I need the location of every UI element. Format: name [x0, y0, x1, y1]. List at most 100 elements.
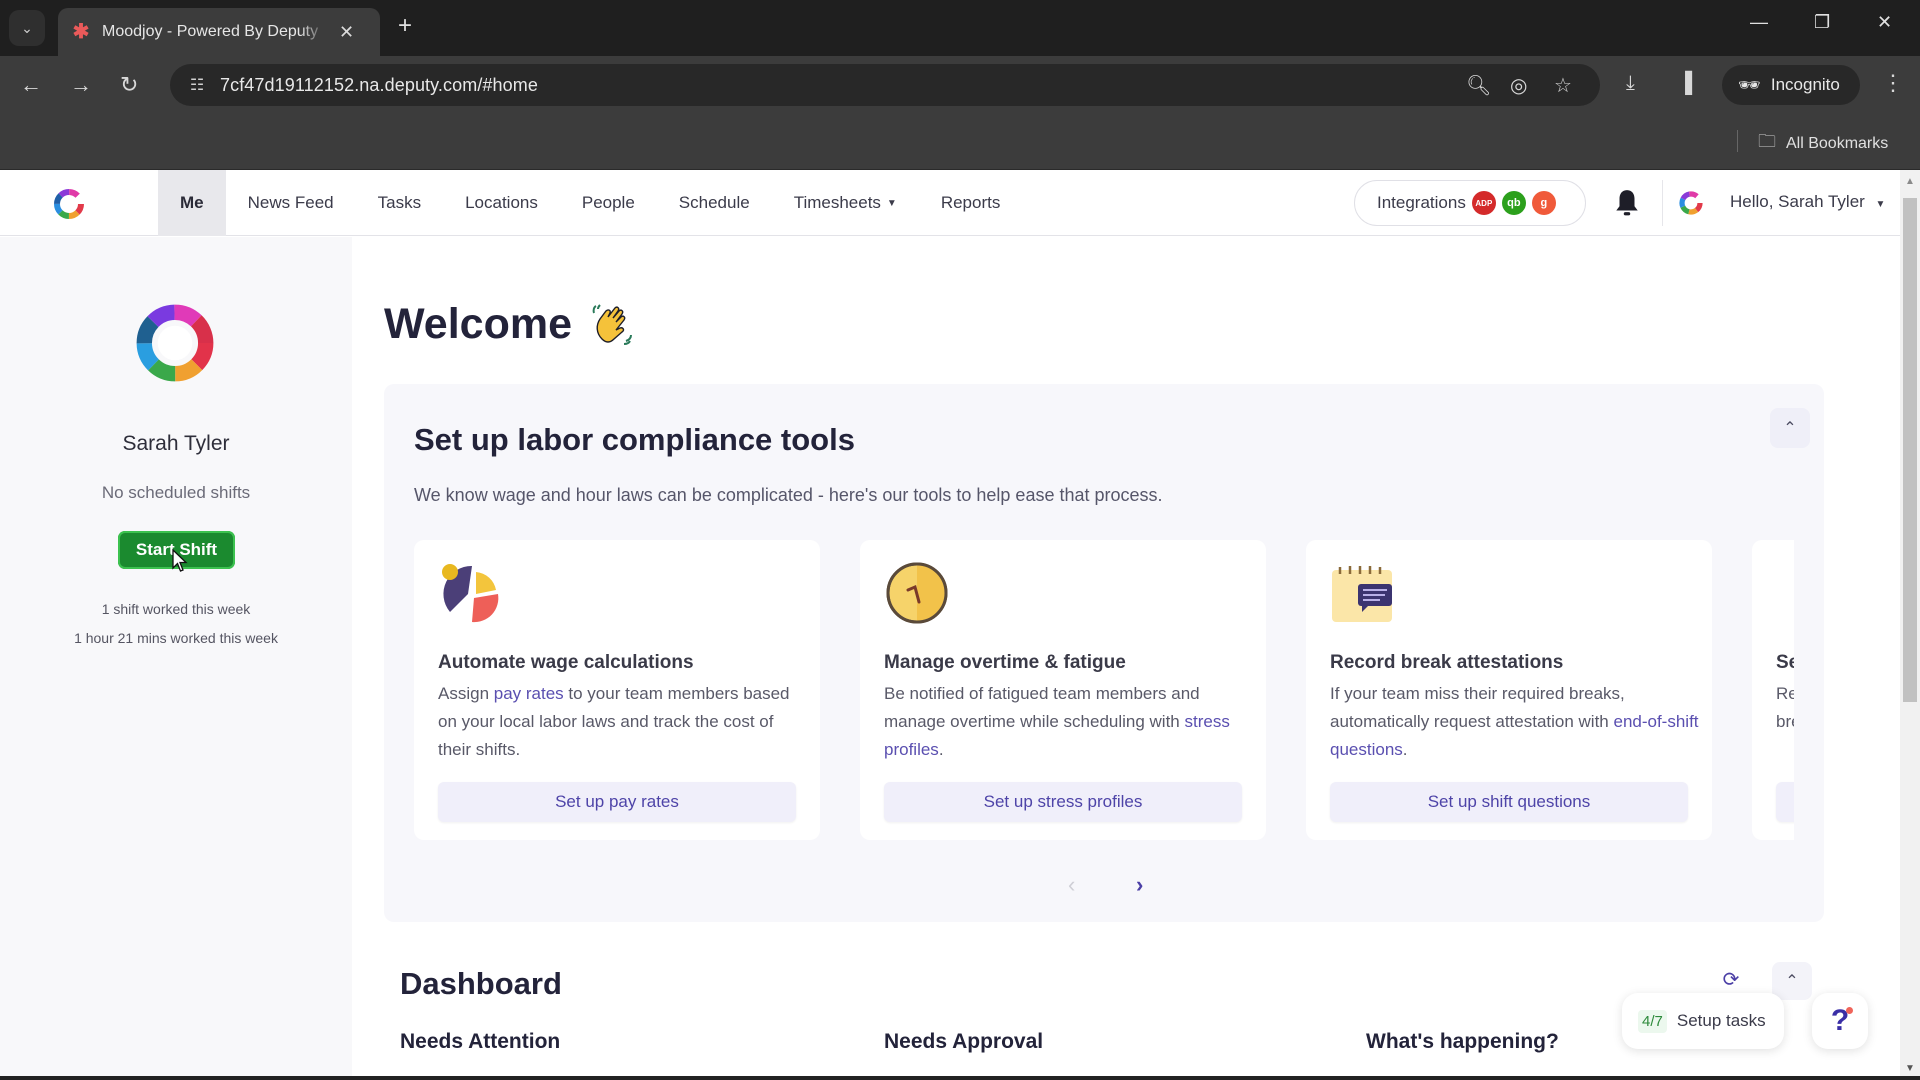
shifts-worked-stat: 1 shift worked this week [101, 601, 251, 617]
new-tab-icon[interactable]: + [398, 12, 412, 40]
nav-news-feed[interactable]: News Feed [226, 170, 356, 236]
set-up-pay-rates-button[interactable]: Set up pay rates [438, 782, 796, 822]
card-desc-text: Re [1776, 684, 1794, 703]
nav-reports[interactable]: Reports [919, 170, 1023, 236]
app-header: Me News Feed Tasks Locations People Sche… [0, 170, 1900, 236]
site-info-icon[interactable]: ☷ [182, 70, 212, 100]
deputy-favicon-icon: ✱ [72, 21, 90, 43]
nav-locations[interactable]: Locations [443, 170, 560, 236]
pay-rates-link[interactable]: pay rates [494, 684, 564, 703]
integrations-label: Integrations [1377, 193, 1466, 212]
setup-tasks-progress: 4/7 [1638, 1009, 1667, 1033]
incognito-label: Incognito [1770, 75, 1840, 94]
browser-menu-icon[interactable]: ⋮ [1882, 70, 1904, 96]
eye-off-icon[interactable]: ◎ [1510, 73, 1527, 98]
carousel-next-icon[interactable]: › [1136, 872, 1143, 898]
main-nav: Me News Feed Tasks Locations People Sche… [158, 170, 1022, 236]
card-desc-text: Assign [438, 684, 494, 703]
nav-tasks-label: Tasks [377, 193, 422, 212]
zoom-icon[interactable]: 🔍︎ [1466, 73, 1491, 98]
download-icon[interactable]: ⤓ [1626, 72, 1635, 95]
browser-toolbar: ← → ↻ ☷ 7cf47d19112152.na.deputy.com/#ho… [0, 56, 1920, 112]
restore-icon[interactable]: ❐ [1814, 12, 1830, 33]
clock-icon [886, 562, 948, 624]
card-desc-text: bre [1776, 712, 1794, 731]
profile-avatar [136, 304, 214, 382]
all-bookmarks-label: All Bookmarks [1786, 135, 1889, 152]
mouse-cursor-icon [172, 549, 188, 572]
card-title: Manage overtime & fatigue [884, 652, 1126, 673]
nav-people[interactable]: People [560, 170, 657, 236]
chevron-up-icon: ⌃ [1785, 973, 1799, 990]
profile-name: Sarah Tyler [122, 432, 230, 455]
nav-schedule[interactable]: Schedule [657, 170, 772, 236]
card-description: If your team miss their required breaks,… [1330, 680, 1700, 764]
pie-chart-coin-icon [442, 564, 499, 623]
nav-timesheets[interactable]: Timesheets ▼ [772, 170, 919, 236]
setup-tasks-label: Setup tasks [1676, 1011, 1766, 1030]
user-avatar-icon[interactable] [1676, 188, 1706, 218]
schedule-status: No scheduled shifts [101, 483, 251, 502]
caret-down-icon: ▼ [886, 197, 897, 209]
chevron-down-icon: ⌄ [21, 19, 33, 36]
nav-me-label: Me [180, 193, 204, 212]
gusto-badge-icon: g [1531, 191, 1556, 215]
incognito-indicator[interactable]: 🕶︎ Incognito [1722, 65, 1860, 105]
nav-tasks[interactable]: Tasks [356, 170, 443, 236]
url-text[interactable]: 7cf47d19112152.na.deputy.com/#home [220, 75, 538, 96]
card-desc-text: Be notified of fatigued team members and… [884, 684, 1200, 731]
minimize-icon[interactable]: — [1750, 12, 1768, 33]
reload-icon[interactable]: ↻ [120, 72, 138, 98]
adp-badge-icon: ADP [1471, 191, 1496, 215]
user-menu[interactable]: Hello, Sarah Tyler ▼ [1730, 192, 1885, 212]
scroll-thumb[interactable] [1903, 198, 1917, 702]
needs-attention-heading: Needs Attention [400, 1030, 561, 1053]
refresh-icon: ⟳ [1722, 968, 1740, 991]
scroll-down-icon[interactable]: ▼ [1905, 1063, 1915, 1074]
side-panel-icon[interactable]: ▐ [1678, 72, 1692, 95]
set-up-shift-questions-button[interactable]: Set up shift questions [1330, 782, 1688, 822]
card-break-attestations: Record break attestations If your team m… [1306, 540, 1712, 840]
moodjoy-logo-icon[interactable] [46, 184, 92, 224]
notification-dot [1846, 1007, 1853, 1014]
scroll-up-icon[interactable]: ▲ [1905, 176, 1915, 187]
card-desc-text: . [938, 740, 944, 759]
set-up-stress-profiles-button[interactable]: Set up stress profiles [884, 782, 1242, 822]
dashboard-title: Dashboard [400, 966, 562, 1001]
nav-timesheets-label: Timesheets [793, 193, 881, 212]
card-description: Re bre [1776, 680, 1794, 736]
tab-title: Moodjoy - Powered By Deputy [102, 23, 319, 40]
nav-locations-label: Locations [465, 193, 538, 212]
integrations-button[interactable]: Integrations ADP qb g [1354, 180, 1586, 226]
incognito-icon: 🕶︎ [1738, 74, 1761, 95]
all-bookmarks-button[interactable]: 🗀 All Bookmarks [1758, 129, 1888, 159]
profile-sidebar: Sarah Tyler No scheduled shifts Start Sh… [0, 237, 352, 1080]
tab-search-button[interactable]: ⌄ [9, 10, 45, 46]
help-button[interactable]: ? [1812, 993, 1868, 1049]
back-icon[interactable]: ← [20, 72, 42, 98]
partial-card-button[interactable] [1776, 782, 1794, 822]
browser-tab-active[interactable]: ✱ Moodjoy - Powered By Deputy ✕ [58, 8, 380, 56]
compliance-title: Set up labor compliance tools [414, 422, 855, 457]
card-title: Se [1776, 652, 1794, 673]
close-window-icon[interactable]: ✕ [1877, 12, 1892, 33]
dashboard-collapse-button[interactable]: ⌃ [1772, 962, 1812, 1000]
notepad-chat-icon [1332, 566, 1392, 622]
folder-icon: 🗀 [1758, 131, 1776, 151]
header-divider [1662, 180, 1663, 226]
needs-approval-heading: Needs Approval [884, 1030, 1044, 1053]
bookmark-star-icon[interactable]: ☆ [1554, 73, 1572, 98]
browser-tab-bar: ⌄ ✱ Moodjoy - Powered By Deputy ✕ + — ❐ … [0, 0, 1920, 56]
dashboard-refresh-button[interactable]: ⟳ [1714, 962, 1748, 996]
close-tab-icon[interactable]: ✕ [339, 22, 354, 43]
address-bar[interactable]: ☷ 7cf47d19112152.na.deputy.com/#home 🔍︎ … [170, 64, 1600, 106]
forward-icon[interactable]: → [70, 72, 92, 98]
nav-reports-label: Reports [940, 193, 1001, 212]
nav-me[interactable]: Me [158, 170, 226, 236]
notification-bell-icon[interactable] [1614, 188, 1640, 218]
page-scrollbar[interactable]: ▲ ▼ [1900, 170, 1920, 1078]
carousel-prev-icon[interactable]: ‹ [1068, 872, 1075, 898]
setup-tasks-button[interactable]: 4/7 Setup tasks [1622, 993, 1784, 1049]
card-overtime-fatigue: Manage overtime & fatigue Be notified of… [860, 540, 1266, 840]
collapse-compliance-button[interactable]: ⌃ [1770, 408, 1810, 448]
